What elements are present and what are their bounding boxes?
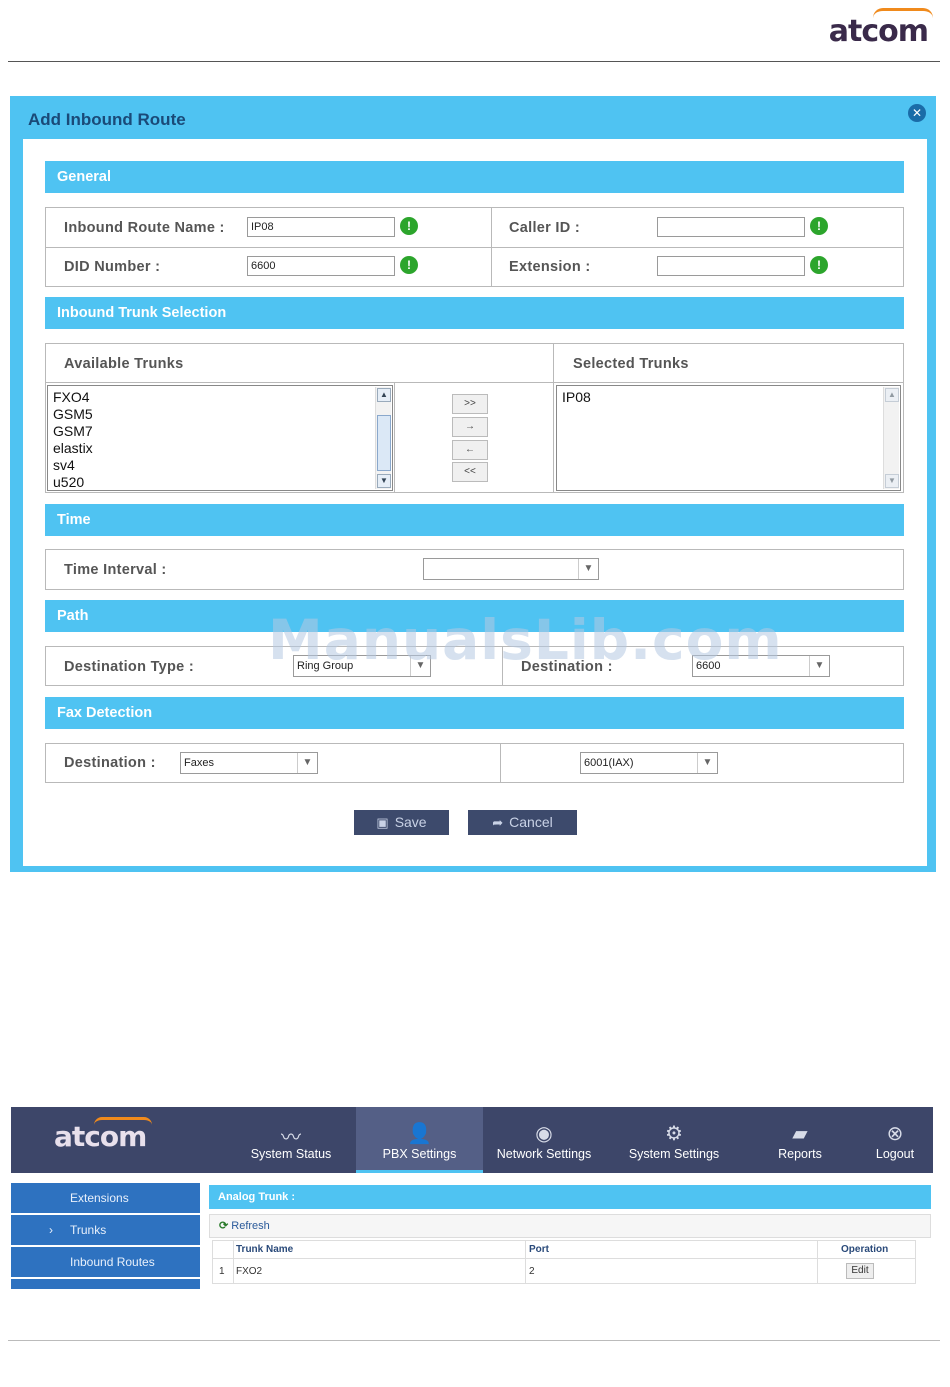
scroll-down-icon[interactable]: ▼ (377, 474, 391, 488)
available-scrollbar[interactable]: ▲ ▼ (375, 387, 391, 489)
available-trunks-list[interactable]: FXO4 GSM5 GSM7 elastix sv4 u520 ▲ ▼ (47, 385, 393, 491)
app-logo: atcom (54, 1117, 152, 1153)
caller-id-warning-icon: ! (810, 217, 828, 235)
col-operation: Operation (841, 1244, 889, 1255)
list-item[interactable]: u520 (53, 474, 392, 490)
nav-logout[interactable]: ⊗ Logout (866, 1107, 924, 1173)
section-time: Time (45, 504, 904, 536)
caller-id-label: Caller ID : (509, 220, 580, 236)
fax-destination-select[interactable]: Faxes ▼ (180, 752, 318, 774)
section-general: General (45, 161, 904, 193)
sidebar-item-partial (11, 1279, 200, 1289)
logo-text: atcom (828, 14, 929, 49)
refresh-icon[interactable]: ⟳ (219, 1220, 228, 1232)
save-button[interactable]: ▣ Save (354, 810, 449, 835)
nav-reports[interactable]: ▰ Reports (760, 1107, 840, 1173)
row-trunk-name: FXO2 (236, 1266, 263, 1277)
extension-input[interactable] (657, 256, 805, 276)
nav-network-settings[interactable]: ◉ Network Settings (490, 1107, 598, 1173)
route-name-label: Inbound Route Name : (64, 220, 225, 236)
chart-line-icon: 〰 (281, 1127, 301, 1149)
available-trunks-header: Available Trunks (64, 356, 184, 372)
scroll-thumb[interactable] (377, 415, 391, 471)
fax-form (45, 743, 904, 783)
route-name-input[interactable]: IP08 (247, 217, 395, 237)
chevron-right-icon: › (49, 1223, 53, 1237)
scroll-down-icon[interactable]: ▼ (885, 474, 899, 488)
chevron-down-icon: ▼ (297, 753, 317, 773)
list-item[interactable]: GSM5 (53, 406, 392, 423)
footer-divider (8, 1340, 940, 1341)
gear-icon: ⚙ (665, 1123, 683, 1145)
atcom-logo: atcom (828, 8, 933, 49)
chevron-down-icon: ▼ (697, 753, 717, 773)
header-divider (8, 61, 940, 62)
scroll-up-icon[interactable]: ▲ (885, 388, 899, 402)
trunk-table (212, 1240, 916, 1284)
chevron-down-icon: ▼ (578, 559, 598, 579)
list-item[interactable]: sv4 (53, 457, 392, 474)
globe-icon: ◉ (535, 1123, 553, 1145)
row-port: 2 (529, 1266, 535, 1277)
cancel-button[interactable]: ➦ Cancel (468, 810, 577, 835)
did-number-input[interactable]: 6600 (247, 256, 395, 276)
time-interval-select[interactable]: ▼ (423, 558, 599, 580)
sidebar-item-trunks[interactable]: › Trunks (11, 1215, 200, 1245)
selected-trunks-list[interactable]: IP08 ▲ ▼ (556, 385, 901, 491)
back-arrow-icon: ➦ (492, 815, 504, 830)
add-button[interactable]: → (452, 417, 488, 437)
section-fax: Fax Detection (45, 697, 904, 729)
dialog-title: Add Inbound Route (28, 110, 186, 129)
add-user-icon: 👤 (407, 1123, 432, 1145)
col-port: Port (529, 1244, 549, 1255)
watermark: ManualsLib.com (268, 608, 783, 672)
fax-target-select[interactable]: 6001(IAX) ▼ (580, 752, 718, 774)
add-all-button[interactable]: >> (452, 394, 488, 414)
col-trunk-name: Trunk Name (236, 1244, 294, 1255)
remove-button[interactable]: ← (452, 440, 488, 460)
close-icon[interactable]: ✕ (908, 104, 926, 122)
selected-trunks-header: Selected Trunks (573, 356, 689, 372)
extension-label: Extension : (509, 259, 591, 275)
nav-system-settings[interactable]: ⚙ System Settings (620, 1107, 728, 1173)
did-number-label: DID Number : (64, 259, 161, 275)
row-index: 1 (219, 1266, 225, 1277)
time-interval-label: Time Interval : (64, 562, 167, 578)
save-icon: ▣ (376, 815, 389, 830)
did-number-warning-icon: ! (400, 256, 418, 274)
selected-scrollbar[interactable]: ▲ ▼ (883, 387, 899, 489)
edit-button[interactable]: Edit (846, 1263, 874, 1279)
caller-id-input[interactable] (657, 217, 805, 237)
extension-warning-icon: ! (810, 256, 828, 274)
nav-system-status[interactable]: 〰 System Status (238, 1107, 344, 1173)
list-item[interactable]: elastix (53, 440, 392, 457)
destination-type-label: Destination Type : (64, 659, 195, 675)
list-item[interactable]: GSM7 (53, 423, 392, 440)
refresh-toolbar: ⟳ Refresh (209, 1214, 931, 1238)
logo-swoosh (94, 1117, 152, 1125)
close-circle-icon: ⊗ (886, 1123, 904, 1145)
sidebar-item-inbound-routes[interactable]: Inbound Routes (11, 1247, 200, 1277)
scroll-up-icon[interactable]: ▲ (377, 388, 391, 402)
sidebar-item-extensions[interactable]: Extensions (11, 1183, 200, 1213)
logo-swoosh (872, 8, 933, 18)
remove-all-button[interactable]: << (452, 462, 488, 482)
analog-trunk-title: Analog Trunk : (209, 1185, 931, 1209)
chat-icon: ▰ (792, 1123, 808, 1145)
list-item[interactable]: FXO4 (53, 389, 392, 406)
list-item[interactable]: IP08 (562, 389, 900, 406)
route-name-warning-icon: ! (400, 217, 418, 235)
fax-destination-label: Destination : (64, 755, 156, 771)
chevron-down-icon: ▼ (809, 656, 829, 676)
section-trunks: Inbound Trunk Selection (45, 297, 904, 329)
nav-pbx-settings[interactable]: 👤 PBX Settings (356, 1107, 483, 1173)
refresh-link[interactable]: Refresh (231, 1220, 270, 1232)
